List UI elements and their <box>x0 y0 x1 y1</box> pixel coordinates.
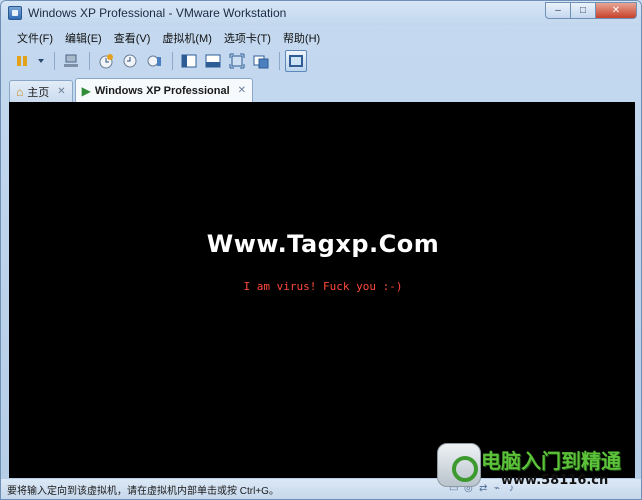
maximize-button[interactable]: □ <box>570 2 595 19</box>
watermark-title: 电脑入门到精通 <box>481 449 621 473</box>
sidebar-toggle-button[interactable] <box>178 50 200 72</box>
menu-file[interactable]: 文件(F) <box>11 28 59 48</box>
vmware-app-icon <box>8 6 22 20</box>
unity-icon <box>253 55 269 69</box>
snapshot-take-button[interactable] <box>95 50 117 72</box>
menu-view[interactable]: 查看(V) <box>108 28 157 48</box>
vm-message: I am virus! Fuck you :-) <box>243 280 403 293</box>
pause-button[interactable] <box>11 50 33 72</box>
network-icon <box>64 54 78 67</box>
tab-label: Windows XP Professional <box>94 84 230 97</box>
snapshot-take-icon <box>99 54 113 69</box>
toolbar-separator <box>172 52 173 70</box>
title-bar[interactable]: Windows XP Professional - VMware Worksta… <box>1 1 641 25</box>
site-logo-icon <box>437 443 481 487</box>
power-dropdown-button[interactable] <box>35 50 47 72</box>
tab-windows-xp[interactable]: ▶ Windows XP Professional ✕ <box>74 78 254 102</box>
menu-tabs[interactable]: 选项卡(T) <box>218 28 277 48</box>
tab-close-icon[interactable]: ✕ <box>57 86 65 97</box>
vm-headline: Www.Tagxp.Com <box>206 230 440 258</box>
console-view-icon <box>289 55 303 67</box>
menu-edit[interactable]: 编辑(E) <box>59 28 108 48</box>
fullscreen-button[interactable] <box>226 50 248 72</box>
menu-bar: 文件(F) 编辑(E) 查看(V) 虚拟机(M) 选项卡(T) 帮助(H) <box>7 28 635 48</box>
toolbar <box>7 48 635 74</box>
window-title: Windows XP Professional - VMware Worksta… <box>28 6 287 20</box>
tab-label: 主页 <box>27 86 50 99</box>
tab-home[interactable]: ⌂ 主页 ✕ <box>9 80 73 102</box>
close-button[interactable]: ✕ <box>595 2 637 19</box>
console-toggle-button[interactable] <box>202 50 224 72</box>
status-text: 要将输入定向到该虚拟机，请在虚拟机内部单击或按 Ctrl+G。 <box>7 485 279 497</box>
watermark-url: www.58116.cn <box>501 473 609 488</box>
unity-button[interactable] <box>250 50 272 72</box>
toolbar-separator <box>89 52 90 70</box>
tab-bar: ⌂ 主页 ✕ ▶ Windows XP Professional ✕ <box>9 78 635 102</box>
console-icon <box>205 54 221 68</box>
snapshot-manager-icon <box>147 55 161 67</box>
sidebar-icon <box>181 54 197 68</box>
vm-running-icon: ▶ <box>81 83 91 98</box>
network-button[interactable] <box>60 50 82 72</box>
tab-close-icon[interactable]: ✕ <box>238 85 246 96</box>
minimize-button[interactable]: – <box>545 2 570 19</box>
dropdown-icon <box>38 59 44 63</box>
vm-console[interactable]: Www.Tagxp.Com I am virus! Fuck you :-) <box>9 102 635 478</box>
snapshot-revert-button[interactable] <box>119 50 141 72</box>
toolbar-separator <box>54 52 55 70</box>
vmware-window: Windows XP Professional - VMware Worksta… <box>0 0 642 500</box>
menu-vm[interactable]: 虚拟机(M) <box>156 28 218 48</box>
toolbar-separator <box>279 52 280 70</box>
pause-icon <box>17 56 27 66</box>
home-icon: ⌂ <box>16 84 24 99</box>
console-view-button[interactable] <box>285 50 307 72</box>
site-watermark: 电脑入门到精通 www.58116.cn <box>437 441 637 497</box>
snapshot-manager-button[interactable] <box>143 50 165 72</box>
menu-help[interactable]: 帮助(H) <box>277 28 326 48</box>
fullscreen-icon <box>229 53 245 69</box>
window-controls: – □ ✕ <box>545 2 637 19</box>
snapshot-revert-icon <box>123 54 137 68</box>
